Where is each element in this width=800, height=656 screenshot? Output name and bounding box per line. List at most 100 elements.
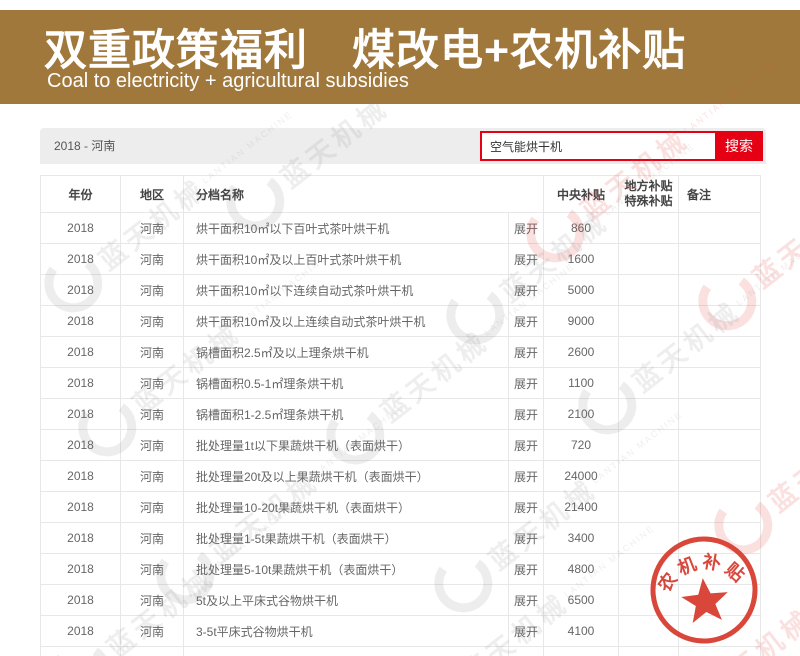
category-name-cell[interactable]: 批处理量4t以下循环式谷物烘干机 (184, 647, 509, 656)
year-cell: 2018 (41, 306, 121, 337)
central-subsidy-cell: 2600 (544, 337, 619, 368)
expand-link[interactable]: 展开 (514, 439, 538, 453)
category-name-cell: 批处理量1t以下果蔬烘干机（表面烘干） (184, 430, 509, 461)
star-icon (679, 576, 730, 624)
expand-link[interactable]: 展开 (514, 470, 538, 484)
region-cell: 河南 (121, 213, 184, 244)
expand-cell: 展开 (509, 647, 544, 656)
region-cell: 河南 (121, 244, 184, 275)
banner-title: 双重政策福利 煤改电+农机补贴 (44, 16, 686, 78)
expand-cell: 展开 (509, 337, 544, 368)
expand-link[interactable]: 展开 (514, 408, 538, 422)
search-button[interactable]: 搜索 (715, 131, 763, 161)
expand-link[interactable]: 展开 (514, 315, 538, 329)
year-cell: 2018 (41, 554, 121, 585)
central-subsidy-cell: 4100 (544, 616, 619, 647)
remark-cell (679, 275, 761, 306)
table-row: 2018河南批处理量10-20t果蔬烘干机（表面烘干）展开21400 (41, 492, 761, 523)
toolbar: 2018 - 河南 搜索 (40, 128, 766, 164)
remark-cell (679, 244, 761, 275)
search-bar: 搜索 (480, 131, 763, 161)
local-subsidy-cell (619, 337, 679, 368)
category-name-cell: 烘干面积10㎡以下百叶式茶叶烘干机 (184, 213, 509, 244)
expand-link[interactable]: 展开 (514, 594, 538, 608)
expand-link[interactable]: 展开 (514, 563, 538, 577)
category-name-cell: 烘干面积10㎡以下连续自动式茶叶烘干机 (184, 275, 509, 306)
expand-link[interactable]: 展开 (514, 532, 538, 546)
central-subsidy-cell: 5000 (544, 275, 619, 306)
category-name-cell: 锅槽面积1-2.5㎡理条烘干机 (184, 399, 509, 430)
search-input[interactable] (480, 131, 715, 161)
region-cell: 河南 (121, 523, 184, 554)
local-subsidy-cell (619, 461, 679, 492)
subsidy-stamp: 农机补贴 (646, 532, 762, 648)
region-cell: 河南 (121, 368, 184, 399)
region-cell: 河南 (121, 306, 184, 337)
col-local-subsidy: 地方补贴 特殊补贴 (619, 176, 679, 213)
expand-link[interactable]: 展开 (514, 284, 538, 298)
brand-watermark-text: 蓝天机械 (759, 410, 800, 520)
banner-subtitle: Coal to electricity + agricultural subsi… (47, 70, 409, 93)
remark-cell (679, 461, 761, 492)
expand-cell: 展开 (509, 492, 544, 523)
central-subsidy-cell: 2100 (544, 399, 619, 430)
category-name-cell: 批处理量20t及以上果蔬烘干机（表面烘干） (184, 461, 509, 492)
remark-cell (679, 368, 761, 399)
table-header-row: 年份 地区 分档名称 中央补贴 地方补贴 特殊补贴 备注 (41, 176, 761, 213)
expand-link[interactable]: 展开 (514, 501, 538, 515)
year-cell: 2018 (41, 523, 121, 554)
year-cell: 2018 (41, 213, 121, 244)
breadcrumb: 2018 - 河南 (54, 128, 115, 164)
expand-link[interactable]: 展开 (514, 222, 538, 236)
expand-link[interactable]: 展开 (514, 346, 538, 360)
category-name-cell: 批处理量5-10t果蔬烘干机（表面烘干） (184, 554, 509, 585)
year-cell: 2018 (41, 244, 121, 275)
central-subsidy-cell: 24000 (544, 461, 619, 492)
central-subsidy-cell: 3400 (544, 523, 619, 554)
central-subsidy-cell: 1600 (544, 244, 619, 275)
central-subsidy-cell: 9000 (544, 306, 619, 337)
region-cell: 河南 (121, 554, 184, 585)
category-name-cell: 3-5t平床式谷物烘干机 (184, 616, 509, 647)
local-subsidy-cell (619, 368, 679, 399)
table-row: 2018河南批处理量1t以下果蔬烘干机（表面烘干）展开720 (41, 430, 761, 461)
expand-cell: 展开 (509, 306, 544, 337)
table-row: 2018河南烘干面积10㎡以下百叶式茶叶烘干机展开 860 (41, 213, 761, 244)
region-cell: 河南 (121, 430, 184, 461)
local-subsidy-cell (619, 275, 679, 306)
expand-link[interactable]: 展开 (514, 253, 538, 267)
local-subsidy-cell (619, 244, 679, 275)
expand-cell: 展开 (509, 399, 544, 430)
local-subsidy-cell (619, 492, 679, 523)
year-cell: 2018 (41, 647, 121, 656)
local-subsidy-cell (619, 213, 679, 244)
expand-cell: 展开 (509, 523, 544, 554)
central-subsidy-cell: 1100 (544, 368, 619, 399)
category-name-cell: 锅槽面积0.5-1㎡理条烘干机 (184, 368, 509, 399)
expand-link[interactable]: 展开 (514, 625, 538, 639)
region-cell: 河南 (121, 585, 184, 616)
expand-cell: 展开 (509, 554, 544, 585)
region-cell: 河南 (121, 461, 184, 492)
category-name-cell: 锅槽面积2.5㎡及以上理条烘干机 (184, 337, 509, 368)
region-cell: 河南 (121, 399, 184, 430)
region-cell: 河南 (121, 275, 184, 306)
year-cell: 2018 (41, 368, 121, 399)
table-row: 2018河南烘干面积10㎡及以上连续自动式茶叶烘干机展开9000 (41, 306, 761, 337)
remark-cell (679, 492, 761, 523)
region-cell: 河南 (121, 647, 184, 656)
expand-cell: 展开 (509, 213, 544, 244)
central-subsidy-cell: 4800 (544, 554, 619, 585)
col-name: 分档名称 (184, 176, 544, 213)
remark-cell (679, 399, 761, 430)
central-subsidy-cell: 4100 (544, 647, 619, 656)
central-subsidy-cell: 860 (544, 213, 619, 244)
remark-cell (679, 430, 761, 461)
expand-link[interactable]: 展开 (514, 377, 538, 391)
page: 双重政策福利 煤改电+农机补贴 Coal to electricity + ag… (0, 0, 800, 656)
central-subsidy-cell: 720 (544, 430, 619, 461)
expand-cell: 展开 (509, 368, 544, 399)
category-name-cell: 5t及以上平床式谷物烘干机 (184, 585, 509, 616)
category-name-cell: 批处理量10-20t果蔬烘干机（表面烘干） (184, 492, 509, 523)
remark-cell (679, 213, 761, 244)
